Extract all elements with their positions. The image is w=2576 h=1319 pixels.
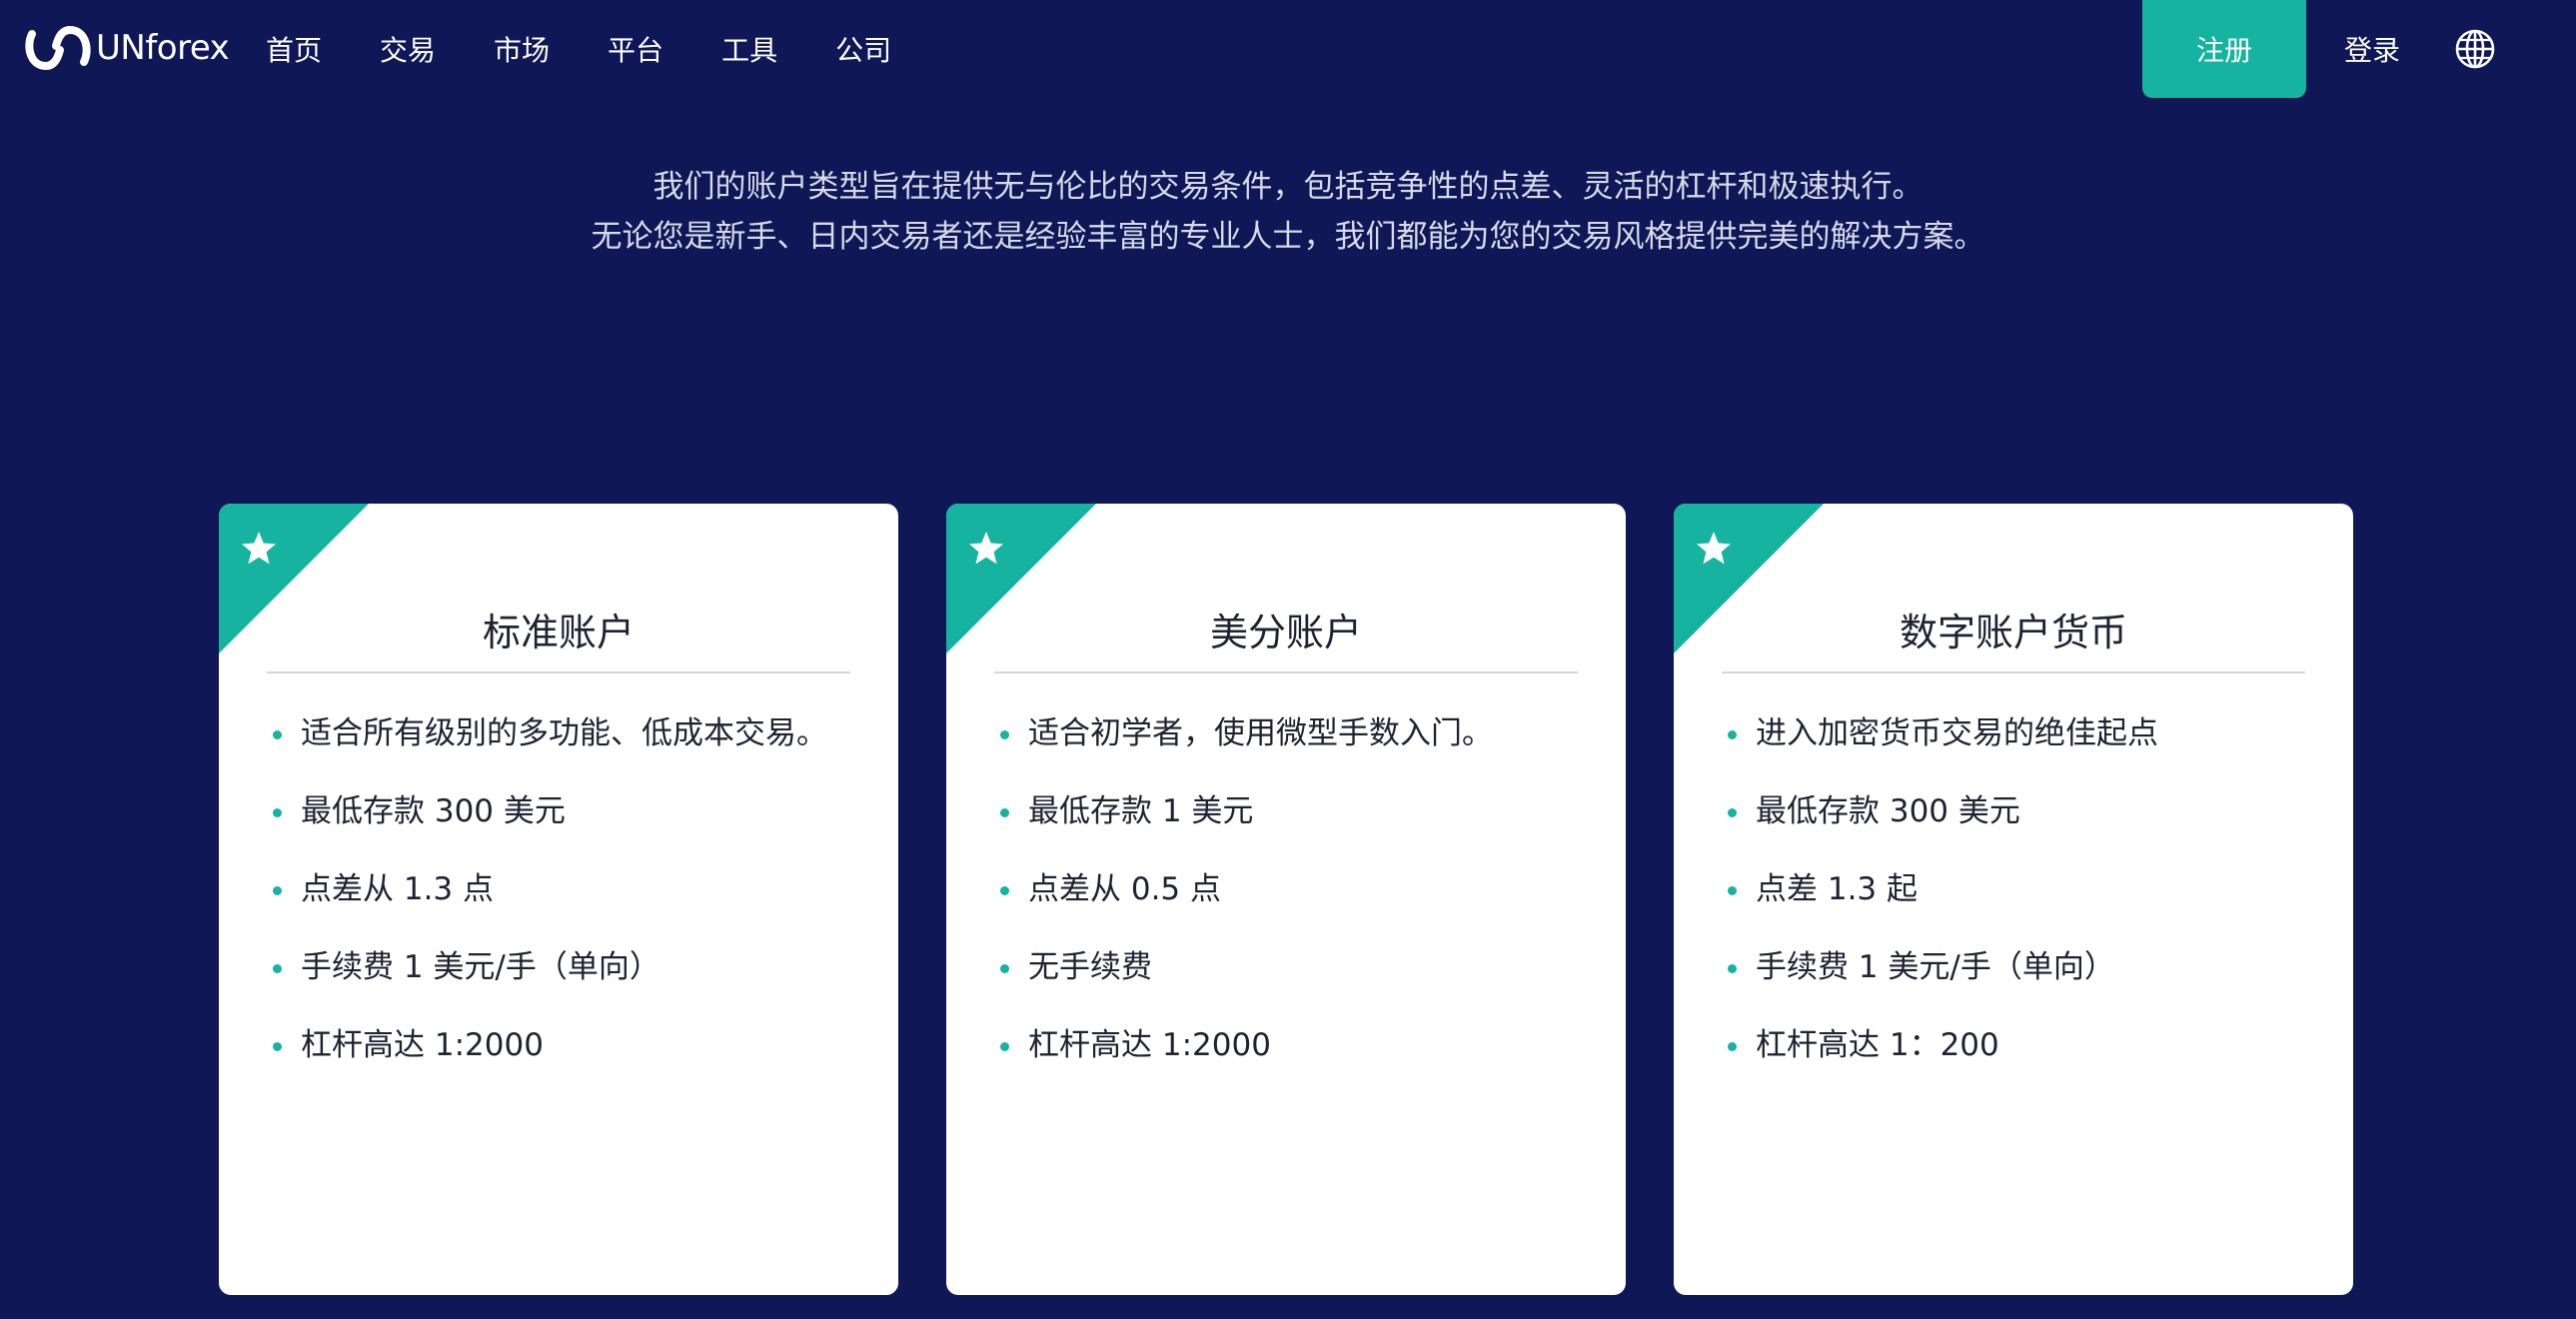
account-card-crypto[interactable]: 数字账户货币 进入加密货币交易的绝佳起点 最低存款 300 美元 点差 1.3 …: [1674, 504, 2353, 1295]
globe-icon[interactable]: [2454, 28, 2496, 70]
register-button[interactable]: 注册: [2142, 0, 2306, 98]
bullet-dot: [273, 1042, 282, 1051]
page: UNforex 首页 交易 市场 平台 工具 公司 注册 登录 我们的账户类型旨…: [0, 0, 2576, 1319]
feature-text: 最低存款 1 美元: [1028, 793, 1254, 829]
feature-text: 无手续费: [1028, 949, 1152, 985]
bullet-dot: [273, 730, 282, 739]
nav-item-markets[interactable]: 市场: [494, 29, 550, 69]
feature-text: 适合初学者，使用微型手数入门。: [1028, 715, 1493, 751]
feature-item: 无手续费: [994, 947, 1594, 1025]
feature-item: 杠杆高达 1：200: [1722, 1025, 2321, 1103]
nav-item-trading[interactable]: 交易: [380, 29, 436, 69]
feature-item: 点差从 1.3 点: [267, 869, 866, 947]
bullet-dot: [1728, 808, 1737, 817]
bullet-dot: [1000, 1042, 1009, 1051]
nav-item-home[interactable]: 首页: [266, 29, 322, 69]
feature-text: 最低存款 300 美元: [301, 793, 566, 829]
brand-name: UNforex: [96, 28, 230, 68]
bullet-dot: [273, 808, 282, 817]
feature-text: 杠杆高达 1:2000: [1028, 1027, 1271, 1063]
feature-item: 手续费 1 美元/手（单向）: [267, 947, 866, 1025]
feature-item: 适合初学者，使用微型手数入门。: [994, 713, 1594, 791]
bullet-dot: [1000, 886, 1009, 895]
logo-mark-icon: [25, 25, 91, 71]
feature-text: 杠杆高达 1：200: [1756, 1027, 1999, 1063]
feature-text: 进入加密货币交易的绝佳起点: [1756, 715, 2158, 751]
feature-item: 杠杆高达 1:2000: [994, 1025, 1594, 1103]
feature-item: 适合所有级别的多功能、低成本交易。: [267, 713, 866, 791]
feature-item: 点差 1.3 起: [1722, 869, 2321, 947]
bullet-dot: [273, 964, 282, 973]
feature-item: 点差从 0.5 点: [994, 869, 1594, 947]
bullet-dot: [1728, 964, 1737, 973]
bullet-dot: [1000, 730, 1009, 739]
card-title: 数字账户货币: [1722, 602, 2305, 673]
feature-item: 最低存款 300 美元: [1722, 791, 2321, 869]
login-link[interactable]: 登录: [2344, 0, 2400, 98]
feature-text: 手续费 1 美元/手（单向）: [1756, 949, 2115, 985]
intro-line-1: 我们的账户类型旨在提供无与伦比的交易条件，包括竞争性的点差、灵活的杠杆和极速执行…: [652, 169, 1924, 205]
feature-list: 适合所有级别的多功能、低成本交易。 最低存款 300 美元 点差从 1.3 点 …: [267, 713, 866, 1103]
intro-line-2: 无论您是新手、日内交易者还是经验丰富的专业人士，我们都能为您的交易风格提供完美的…: [591, 219, 1985, 255]
brand-logo[interactable]: UNforex: [24, 22, 230, 74]
bullet-dot: [1000, 808, 1009, 817]
main-nav: 首页 交易 市场 平台 工具 公司: [266, 0, 949, 98]
feature-item: 最低存款 300 美元: [267, 791, 866, 869]
card-title: 标准账户: [267, 602, 850, 673]
feature-item: 杠杆高达 1:2000: [267, 1025, 866, 1103]
feature-text: 最低存款 300 美元: [1756, 793, 2020, 829]
top-navbar: UNforex 首页 交易 市场 平台 工具 公司 注册 登录: [0, 0, 2576, 98]
nav-item-company[interactable]: 公司: [835, 29, 891, 69]
feature-text: 点差 1.3 起: [1756, 871, 1919, 907]
feature-text: 手续费 1 美元/手（单向）: [301, 949, 660, 985]
feature-text: 点差从 1.3 点: [301, 871, 495, 907]
bullet-dot: [273, 886, 282, 895]
feature-text: 适合所有级别的多功能、低成本交易。: [301, 715, 827, 751]
account-card-standard[interactable]: 标准账户 适合所有级别的多功能、低成本交易。 最低存款 300 美元 点差从 1…: [219, 504, 898, 1295]
feature-item: 进入加密货币交易的绝佳起点: [1722, 713, 2321, 791]
account-card-cent[interactable]: 美分账户 适合初学者，使用微型手数入门。 最低存款 1 美元 点差从 0.5 点…: [946, 504, 1626, 1295]
feature-item: 最低存款 1 美元: [994, 791, 1594, 869]
feature-text: 杠杆高达 1:2000: [301, 1027, 544, 1063]
bullet-dot: [1728, 1042, 1737, 1051]
feature-list: 进入加密货币交易的绝佳起点 最低存款 300 美元 点差 1.3 起 手续费 1…: [1722, 713, 2321, 1103]
bullet-dot: [1728, 730, 1737, 739]
feature-item: 手续费 1 美元/手（单向）: [1722, 947, 2321, 1025]
feature-list: 适合初学者，使用微型手数入门。 最低存款 1 美元 点差从 0.5 点 无手续费…: [994, 713, 1594, 1103]
feature-text: 点差从 0.5 点: [1028, 871, 1222, 907]
bullet-dot: [1000, 964, 1009, 973]
intro-section: 我们的账户类型旨在提供无与伦比的交易条件，包括竞争性的点差、灵活的杠杆和极速执行…: [0, 162, 2576, 262]
card-title: 美分账户: [994, 602, 1578, 673]
bullet-dot: [1728, 886, 1737, 895]
nav-item-tools[interactable]: 工具: [721, 29, 777, 69]
nav-item-platforms[interactable]: 平台: [608, 29, 663, 69]
